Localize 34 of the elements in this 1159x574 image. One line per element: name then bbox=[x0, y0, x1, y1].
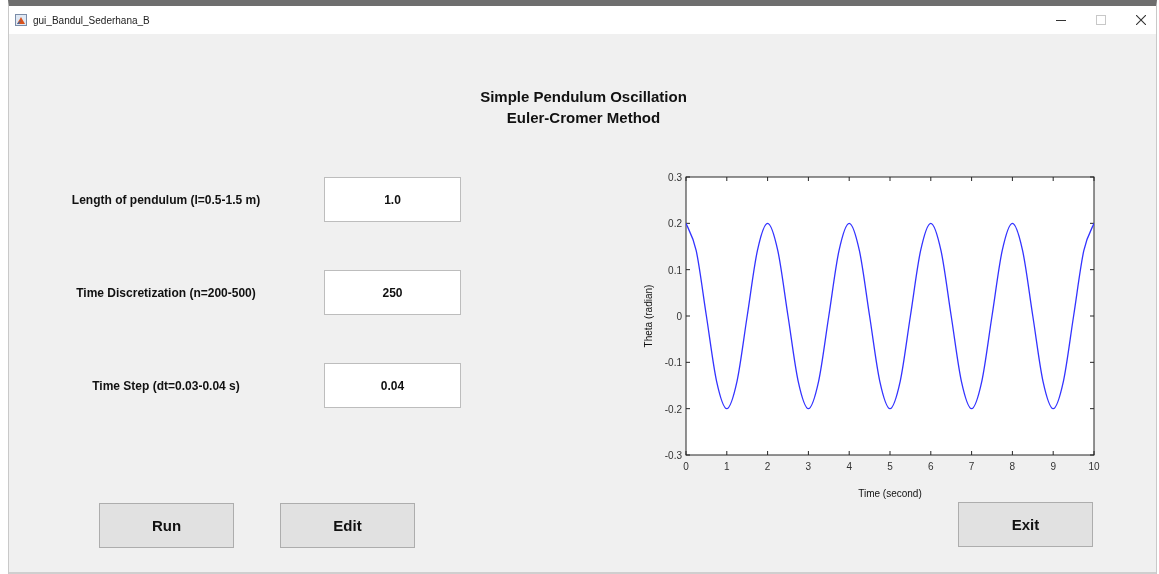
heading-text: Euler-Cromer Method bbox=[506, 108, 661, 128]
x-axis-label: Time (second) bbox=[858, 488, 922, 499]
action-button[interactable]: Edit bbox=[280, 503, 415, 548]
axis-tick-label: 9 bbox=[1050, 461, 1056, 472]
window-title: gui_Bandul_Sederhana_B bbox=[33, 14, 150, 26]
axis-tick-label: 4 bbox=[846, 461, 852, 472]
input-field[interactable]: 1.0 bbox=[324, 177, 461, 222]
field-label: Time Step (dt=0.03-0.04 s) bbox=[91, 378, 241, 393]
axis-tick-label: 0.3 bbox=[668, 172, 682, 183]
axis-tick-label: 2 bbox=[764, 461, 771, 472]
input-field[interactable]: 0.04 bbox=[324, 363, 461, 408]
axis-tick-label: 0.1 bbox=[668, 264, 682, 276]
axis-tick-label: 7 bbox=[968, 461, 975, 472]
axis-tick-label: 0 bbox=[683, 461, 689, 472]
axis-tick-label: -0.3 bbox=[664, 450, 682, 461]
axis-tick-label: 6 bbox=[928, 461, 934, 472]
axis-tick-label: 3 bbox=[805, 461, 812, 472]
field-label: Time Discretization (n=200-500) bbox=[75, 285, 257, 300]
y-axis-label: Theta (radian) bbox=[643, 284, 654, 348]
axis-tick-label: -0.2 bbox=[664, 403, 682, 415]
axis-tick-label: 0 bbox=[676, 311, 682, 322]
axis-tick-label: 10 bbox=[1088, 461, 1100, 472]
app-icon bbox=[15, 14, 27, 26]
exit-button[interactable]: Exit bbox=[958, 502, 1093, 547]
axis-tick-label: -0.1 bbox=[664, 357, 682, 369]
heading-text: Simple Pendulum Oscillation bbox=[480, 87, 687, 107]
axis-tick-label: 1 bbox=[724, 461, 730, 472]
axis-tick-label: 8 bbox=[1009, 461, 1016, 472]
axis-tick-label: 0.2 bbox=[668, 218, 682, 230]
field-label: Length of pendulum (l=0.5-1.5 m) bbox=[70, 192, 262, 207]
axis-tick-label: 5 bbox=[887, 461, 893, 472]
input-field[interactable]: 250 bbox=[324, 270, 461, 315]
action-button[interactable]: Run bbox=[99, 503, 234, 548]
close-icon[interactable] bbox=[1136, 15, 1146, 25]
